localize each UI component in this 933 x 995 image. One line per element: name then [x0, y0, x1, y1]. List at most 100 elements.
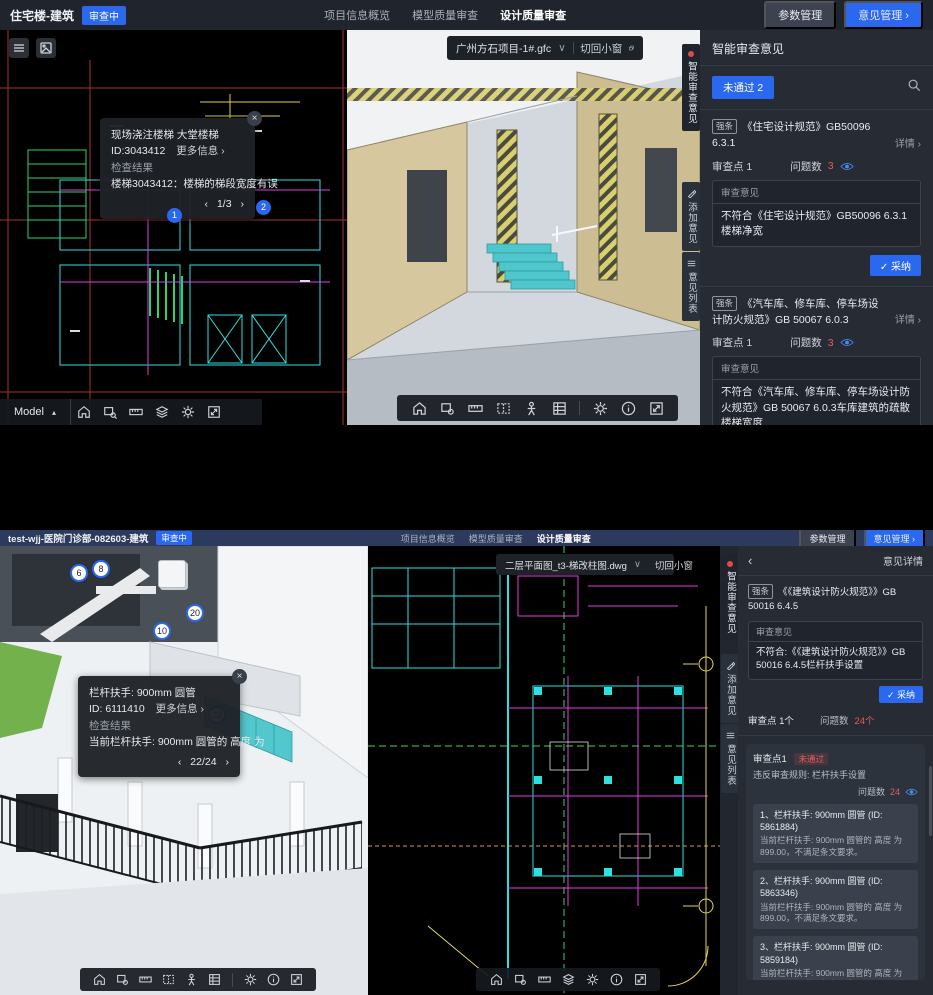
home-icon[interactable] — [484, 973, 508, 986]
eye-icon[interactable] — [840, 162, 854, 171]
tab-design-quality[interactable]: 设计质量审查 — [500, 7, 566, 23]
settings-gear-icon[interactable] — [586, 401, 614, 416]
cad-layers-button[interactable] — [9, 38, 29, 58]
info-icon[interactable] — [614, 401, 642, 416]
section-box-icon[interactable] — [489, 401, 517, 416]
detail-link[interactable]: 详情 › — [895, 137, 921, 152]
settings-gear-icon[interactable] — [239, 973, 262, 986]
issue-marker[interactable]: 6 — [70, 564, 88, 582]
home-icon[interactable] — [405, 401, 433, 416]
settings-gear-icon[interactable] — [175, 405, 201, 419]
properties-table-icon[interactable] — [203, 973, 226, 986]
issue-item[interactable]: 3、栏杆扶手: 900mm 圆管 (ID: 5859184) 当前栏杆扶手: 9… — [753, 936, 918, 980]
view-cube[interactable] — [158, 560, 186, 588]
box-select-icon[interactable] — [97, 405, 123, 419]
switch-window-label[interactable]: 切回小窗 — [580, 41, 622, 56]
chevron-down-icon[interactable]: ∨ — [558, 42, 566, 54]
tab-model-quality[interactable]: 模型质量审查 — [412, 7, 478, 23]
box-select-icon[interactable] — [433, 401, 461, 416]
opinion-box: 审查意见 不符合《住宅设计规范》GB50096 6.3.1楼梯净宽 — [712, 180, 921, 247]
settings-gear-icon[interactable] — [580, 973, 604, 986]
fullscreen-icon[interactable] — [642, 401, 670, 416]
info-icon[interactable] — [262, 973, 285, 986]
switch-window-label[interactable]: 切回小窗 — [655, 558, 693, 572]
eye-icon[interactable] — [840, 338, 854, 347]
opinion-manage-button[interactable]: 意见管理 › — [844, 1, 923, 29]
pager-prev-icon[interactable]: ‹ — [178, 756, 182, 768]
walkthrough-person-icon[interactable] — [180, 973, 203, 986]
properties-table-icon[interactable] — [545, 401, 573, 416]
walkthrough-person-icon[interactable] — [517, 401, 545, 416]
layers-icon[interactable] — [149, 405, 175, 419]
issue-marker[interactable]: 2 — [256, 200, 271, 215]
home-icon[interactable] — [71, 405, 97, 419]
accept-button[interactable]: ✓ 采纳 — [879, 686, 923, 703]
scrollbar-thumb[interactable] — [929, 766, 932, 836]
tab-design-quality[interactable]: 设计质量审查 — [537, 532, 591, 545]
drawing-file-selector[interactable]: 二层平面图_t3-梯改柱图.dwg ∨ 切回小窗 — [496, 554, 674, 575]
issue-marker[interactable]: 20 — [186, 604, 204, 622]
chevron-down-icon[interactable]: ∨ — [634, 559, 641, 570]
vtab-opinion-list[interactable]: 意见列表 — [682, 252, 700, 321]
vtab-add-opinion[interactable]: 添加意见 — [682, 182, 700, 251]
cad-viewport[interactable]: × 现场浇注楼梯 大堂楼梯 ID:3043412 更多信息 › 检查结果 楼梯3… — [0, 30, 347, 425]
info-icon[interactable] — [604, 973, 628, 986]
filter-chip-failed[interactable]: 未通过 2 — [712, 76, 774, 99]
close-icon[interactable]: × — [232, 669, 247, 684]
mandatory-tag: 强条 — [748, 584, 773, 599]
screenshot-top: 住宅楼-建筑 审查中 项目信息概览 模型质量审查 设计质量审查 参数管理 意见管… — [0, 0, 933, 425]
fullscreen-icon[interactable] — [628, 973, 652, 986]
tab-project-info[interactable]: 项目信息概览 — [324, 7, 390, 23]
measure-icon[interactable] — [461, 401, 489, 416]
vtab-label: 意见列表 — [684, 272, 698, 314]
tab-model-quality[interactable]: 模型质量审查 — [469, 532, 523, 545]
pager-next-icon[interactable]: › — [241, 198, 245, 210]
more-info-link[interactable]: 更多信息 › — [176, 145, 224, 157]
issue-item[interactable]: 2、栏杆扶手: 900mm 圆管 (ID: 5863346) 当前栏杆扶手: 9… — [753, 870, 918, 929]
vtab-opinion-list[interactable]: 意见列表 — [721, 724, 739, 793]
search-icon[interactable] — [907, 78, 921, 97]
issue-marker[interactable]: 1 — [167, 208, 182, 223]
cad-viewport[interactable]: 二层平面图_t3-梯改柱图.dwg ∨ 切回小窗 — [368, 546, 720, 995]
model-3d-viewport[interactable]: 广州方石项目-1#.gfc ∨ 切回小窗 智能审查意见 添加意见 — [347, 30, 700, 425]
divider — [232, 973, 233, 987]
home-icon[interactable] — [88, 973, 111, 986]
box-select-icon[interactable] — [111, 973, 134, 986]
vtab-smart-review[interactable]: 智能审查意见 — [682, 44, 700, 131]
measure-icon[interactable] — [134, 973, 157, 986]
issue-marker[interactable]: 8 — [92, 560, 110, 578]
section-box-icon[interactable] — [157, 973, 180, 986]
pager-prev-icon[interactable]: ‹ — [205, 198, 209, 210]
tab-project-info[interactable]: 项目信息概览 — [401, 532, 455, 545]
issue-marker[interactable]: 10 — [153, 622, 171, 640]
fullscreen-icon[interactable] — [285, 973, 308, 986]
vtab-smart-review[interactable]: 智能审查意见 — [721, 554, 739, 641]
back-arrow-icon[interactable]: ‹ — [748, 554, 752, 567]
model-file-selector[interactable]: 广州方石项目-1#.gfc ∨ 切回小窗 — [447, 36, 643, 60]
pager-next-icon[interactable]: › — [226, 756, 230, 768]
vtab-add-opinion[interactable]: 添加意见 — [721, 654, 739, 723]
box-select-icon[interactable] — [508, 973, 532, 986]
accept-button[interactable]: ✓ 采纳 — [870, 255, 921, 276]
close-icon[interactable]: × — [247, 111, 262, 126]
issues-count: 24 — [890, 787, 900, 797]
cad-snapshot-button[interactable] — [36, 38, 56, 58]
more-info-link[interactable]: 更多信息 › — [156, 703, 204, 715]
eye-icon[interactable] — [905, 788, 918, 796]
issue-list: 1、栏杆扶手: 900mm 圆管 (ID: 5861884) 当前栏杆扶手: 9… — [753, 804, 918, 980]
opinion-text[interactable]: 不符合《住宅设计规范》GB50096 6.3.1楼梯净宽 — [713, 204, 920, 246]
issue-item[interactable]: 1、栏杆扶手: 900mm 圆管 (ID: 5861884) 当前栏杆扶手: 9… — [753, 804, 918, 863]
opinion-detail-panel: ‹ 意见详情 强条《《建筑设计防火规范》》GB 50016 6.4.5 审查意见… — [738, 546, 933, 995]
project-title: test-wjj-医院门诊部-082603-建筑 — [8, 531, 148, 545]
model-3d-viewport[interactable]: 6 8 20 10 22 × 栏杆扶手: 900mm 圆管 ID: 611141… — [0, 546, 368, 995]
layers-icon[interactable] — [556, 973, 580, 986]
opinion-text[interactable]: 不符合《汽车库、修车库、停车场设计防火规范》GB 50067 6.0.3车库建筑… — [713, 380, 920, 425]
measure-icon[interactable] — [123, 405, 149, 419]
detail-link[interactable]: 详情 › — [895, 313, 921, 328]
fullscreen-icon[interactable] — [201, 405, 227, 419]
switch-window-icon[interactable] — [629, 42, 634, 54]
model-space-tab[interactable]: Model ▴ — [0, 399, 71, 425]
params-manage-button[interactable]: 参数管理 — [764, 1, 836, 29]
measure-icon[interactable] — [532, 973, 556, 986]
opinion-text[interactable]: 不符合:《《建筑设计防火规范》》GB 50016 6.4.5栏杆扶手设置 — [749, 642, 922, 680]
